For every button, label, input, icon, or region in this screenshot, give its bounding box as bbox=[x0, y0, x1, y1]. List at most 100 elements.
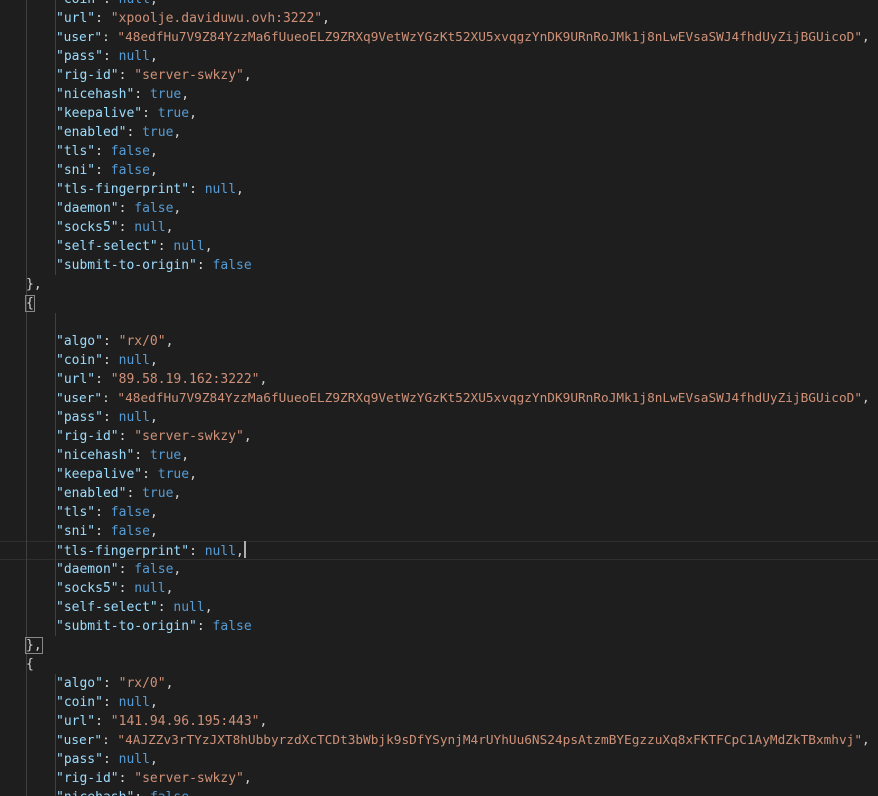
json-value: null bbox=[118, 410, 150, 425]
json-value: true bbox=[142, 486, 174, 501]
json-key: "pass" bbox=[56, 752, 103, 767]
comma-punctuation: , bbox=[181, 87, 190, 102]
code-line[interactable]: "sni": false, bbox=[0, 522, 878, 541]
code-line[interactable]: "algo": "rx/0", bbox=[0, 332, 878, 351]
json-key: "tls" bbox=[56, 505, 96, 520]
code-line[interactable]: "algo": "rx/0", bbox=[0, 674, 878, 693]
json-value: null bbox=[173, 600, 205, 615]
colon-punctuation: : bbox=[102, 695, 119, 710]
json-value: "server-swkzy" bbox=[134, 68, 244, 83]
code-line[interactable]: "nicehash": true, bbox=[0, 85, 878, 104]
colon-punctuation: : bbox=[118, 562, 135, 577]
json-key: "nicehash" bbox=[56, 790, 134, 796]
code-line[interactable]: "pass": null, bbox=[0, 750, 878, 769]
line-content: "coin": null, bbox=[56, 693, 158, 712]
code-line[interactable] bbox=[0, 313, 878, 332]
line-content: "tls-fingerprint": null, bbox=[56, 180, 244, 199]
code-line[interactable]: }, bbox=[0, 636, 878, 655]
indent-guide bbox=[26, 9, 27, 28]
json-value: true bbox=[142, 125, 174, 140]
code-line[interactable]: "socks5": null, bbox=[0, 218, 878, 237]
code-line[interactable]: "coin": null, bbox=[0, 693, 878, 712]
code-line[interactable]: { bbox=[0, 294, 878, 313]
indent-guide bbox=[26, 332, 27, 351]
code-line[interactable]: "enabled": true, bbox=[0, 123, 878, 142]
colon-punctuation: : bbox=[95, 714, 111, 729]
indent-guide bbox=[26, 446, 27, 465]
json-key: "submit-to-origin" bbox=[56, 258, 197, 273]
code-line[interactable]: "rig-id": "server-swkzy", bbox=[0, 769, 878, 788]
code-line[interactable]: "tls": false, bbox=[0, 142, 878, 161]
code-line[interactable]: "enabled": true, bbox=[0, 484, 878, 503]
comma-punctuation: , bbox=[165, 220, 174, 235]
code-line[interactable]: "pass": null, bbox=[0, 47, 878, 66]
line-content: "user": "48edfHu7V9Z84YzzMa6fUueoELZ9ZRX… bbox=[56, 389, 870, 408]
indent-guide bbox=[26, 617, 27, 636]
code-line[interactable]: "submit-to-origin": false bbox=[0, 617, 878, 636]
code-line[interactable]: "user": "4AJZZv3rTYzJXT8hUbbyrzdXcTCDt3b… bbox=[0, 731, 878, 750]
code-line[interactable]: "user": "48edfHu7V9Z84YzzMa6fUueoELZ9ZRX… bbox=[0, 389, 878, 408]
code-line[interactable]: "pass": null, bbox=[0, 408, 878, 427]
colon-punctuation: : bbox=[196, 619, 213, 634]
code-line[interactable]: "url": "89.58.19.162:3222", bbox=[0, 370, 878, 389]
code-line[interactable]: "rig-id": "server-swkzy", bbox=[0, 427, 878, 446]
code-line[interactable]: { bbox=[0, 655, 878, 674]
code-line[interactable]: "coin": null, bbox=[0, 0, 878, 9]
line-content: "rig-id": "server-swkzy", bbox=[56, 769, 252, 788]
colon-punctuation: : bbox=[196, 258, 213, 273]
code-line[interactable]: "url": "xpoolje.daviduwu.ovh:3222", bbox=[0, 9, 878, 28]
json-value: "141.94.96.195:443" bbox=[110, 714, 260, 729]
json-key: "sni" bbox=[56, 524, 96, 539]
comma-punctuation: , bbox=[149, 505, 158, 520]
indent-guide bbox=[26, 351, 27, 370]
code-line[interactable]: "submit-to-origin": false bbox=[0, 256, 878, 275]
code-line[interactable]: "self-select": null, bbox=[0, 598, 878, 617]
line-content: { bbox=[26, 655, 34, 674]
colon-punctuation: : bbox=[95, 11, 111, 26]
code-line[interactable]: "keepalive": true, bbox=[0, 104, 878, 123]
comma-punctuation: , bbox=[149, 144, 158, 159]
json-key: "rig-id" bbox=[56, 429, 119, 444]
code-line[interactable]: "coin": null, bbox=[0, 351, 878, 370]
comma-punctuation: , bbox=[204, 600, 213, 615]
indent-guide bbox=[26, 47, 27, 66]
code-line[interactable]: "user": "48edfHu7V9Z84YzzMa6fUueoELZ9ZRX… bbox=[0, 28, 878, 47]
line-content: "nicehash": false, bbox=[56, 788, 197, 796]
colon-punctuation: : bbox=[102, 733, 118, 748]
colon-punctuation: : bbox=[118, 771, 135, 786]
indent-guide bbox=[26, 541, 27, 560]
comma-punctuation: , bbox=[189, 467, 197, 482]
comma-punctuation: , bbox=[189, 106, 197, 121]
colon-punctuation: : bbox=[189, 182, 205, 197]
code-line[interactable]: "keepalive": true, bbox=[0, 465, 878, 484]
indent-guide bbox=[26, 85, 27, 104]
json-key: "enabled" bbox=[56, 486, 127, 501]
indent-guide bbox=[26, 503, 27, 522]
code-line[interactable]: "nicehash": true, bbox=[0, 446, 878, 465]
line-content: }, bbox=[26, 275, 42, 294]
json-value: false bbox=[134, 562, 174, 577]
code-line[interactable]: "tls-fingerprint": null, bbox=[0, 180, 878, 199]
indent-guide bbox=[26, 256, 27, 275]
code-line[interactable]: "sni": false, bbox=[0, 161, 878, 180]
line-content: "rig-id": "server-swkzy", bbox=[56, 427, 252, 446]
indent-guide bbox=[26, 199, 27, 218]
code-line[interactable]: "rig-id": "server-swkzy", bbox=[0, 66, 878, 85]
indent-guide bbox=[26, 598, 27, 617]
code-line[interactable]: "nicehash": false, bbox=[0, 788, 878, 796]
colon-punctuation: : bbox=[134, 790, 150, 796]
code-line[interactable]: "daemon": false, bbox=[0, 560, 878, 579]
code-line[interactable]: }, bbox=[0, 275, 878, 294]
code-line[interactable]: "socks5": null, bbox=[0, 579, 878, 598]
code-line[interactable]: "tls": false, bbox=[0, 503, 878, 522]
code-line[interactable]: "daemon": false, bbox=[0, 199, 878, 218]
line-content: "user": "4AJZZv3rTYzJXT8hUbbyrzdXcTCDt3b… bbox=[56, 731, 870, 750]
code-line[interactable]: "tls-fingerprint": null, bbox=[0, 541, 878, 560]
code-line[interactable]: "self-select": null, bbox=[0, 237, 878, 256]
code-line[interactable]: "url": "141.94.96.195:443", bbox=[0, 712, 878, 731]
indent-guide bbox=[26, 161, 27, 180]
json-key: "algo" bbox=[56, 676, 103, 691]
code-editor[interactable]: "coin": null,"url": "xpoolje.daviduwu.ov… bbox=[0, 0, 878, 796]
comma-punctuation: , bbox=[165, 334, 174, 349]
json-key: "pass" bbox=[56, 410, 103, 425]
